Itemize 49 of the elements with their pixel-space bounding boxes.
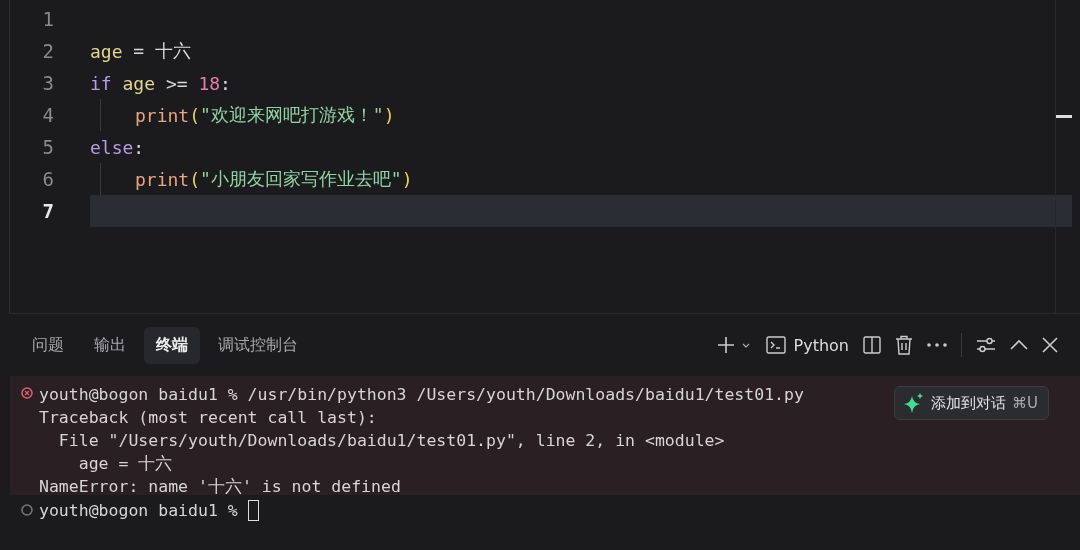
panel-tab[interactable]: 问题 — [20, 326, 76, 364]
trash-icon[interactable] — [895, 335, 913, 355]
panel-tab[interactable]: 输出 — [82, 326, 138, 364]
code-token: "小朋友回家写作业去吧" — [200, 167, 402, 191]
code-token: else — [90, 136, 134, 158]
code-token: age — [121, 72, 156, 94]
new-terminal-button[interactable] — [715, 335, 752, 355]
code-token: : — [220, 72, 231, 94]
shortcut-hint: ⌘U — [1012, 394, 1038, 412]
terminal-icon — [765, 336, 786, 354]
code-token: ( — [189, 104, 201, 126]
code-token: print — [135, 168, 190, 190]
add-to-chat-button[interactable]: 添加到对话 ⌘U — [894, 386, 1049, 420]
split-icon[interactable] — [863, 336, 881, 354]
code-token: ) — [401, 168, 413, 190]
line-number: 2 — [41, 40, 54, 62]
line-number: 6 — [41, 168, 54, 190]
code-token: age — [90, 40, 123, 62]
terminal-line: youth@bogon baidu1 % /usr/bin/python3 /Users/youth/Downloads/baidu1/test01.py — [39, 385, 804, 404]
code-token: "欢迎来网吧打游戏！" — [200, 103, 384, 127]
scrollbar-marker — [1056, 115, 1072, 118]
terminal-line: File "/Users/youth/Downloads/baidu1/test01.py", line 2, in <module> — [57, 431, 725, 450]
sparkle-icon — [903, 392, 925, 414]
line-number: 7 — [41, 200, 54, 222]
line-number: 1 — [41, 8, 54, 30]
code-token: print — [135, 104, 190, 126]
line-number: 4 — [41, 104, 54, 126]
panel-tab[interactable]: 调试控制台 — [206, 326, 310, 364]
terminal-line: NameError: name '十六' is not defined — [39, 477, 401, 496]
code-token: : — [133, 136, 145, 158]
close-icon[interactable] — [1042, 337, 1058, 353]
terminal-line: Traceback (most recent call last): — [39, 408, 377, 427]
code-token: = 十六 — [132, 39, 192, 63]
terminal-line: age = 十六 — [77, 454, 173, 473]
code-token: ) — [383, 104, 395, 126]
terminal-selector[interactable]: Python — [765, 335, 849, 355]
line-number: 3 — [41, 72, 54, 94]
chevron-up-icon[interactable] — [1010, 339, 1028, 351]
more-icon[interactable] — [927, 343, 947, 347]
code-token: >= — [164, 72, 189, 94]
panel-tab[interactable]: 终端 — [144, 326, 200, 364]
terminal-line: youth@bogon baidu1 % — [39, 500, 239, 522]
code-token: 18 — [198, 72, 221, 94]
line-number: 5 — [41, 136, 54, 158]
code-token: ( — [189, 168, 201, 190]
sliders-icon[interactable] — [976, 336, 996, 354]
error-icon — [21, 387, 33, 399]
status-circle-icon — [21, 504, 33, 516]
code-token: if — [90, 72, 112, 94]
